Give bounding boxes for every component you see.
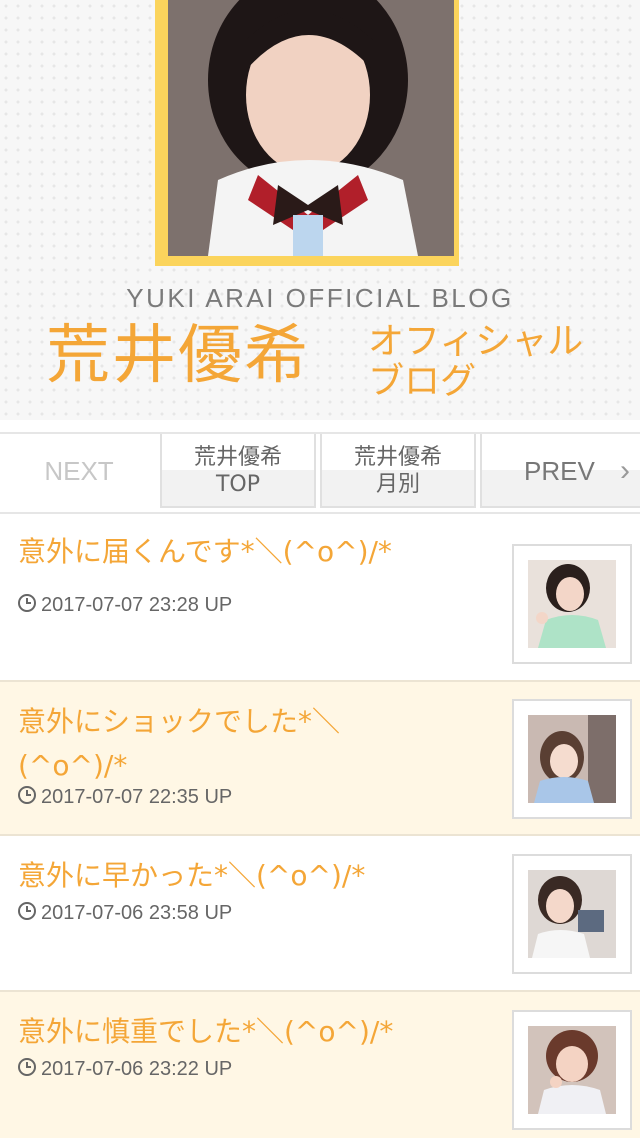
post-date: 2017-07-07 22:35 UP <box>18 786 232 809</box>
pager-nav: NEXT 荒井優希 TOP 荒井優希 月別 PREV › <box>0 432 640 514</box>
blog-title-en: YUKI ARAI OFFICIAL BLOG <box>126 283 514 313</box>
thumbnail-image <box>528 870 616 958</box>
blog-title-sub-line2: ブログ <box>368 361 477 402</box>
post-item[interactable]: 意外に早かった*＼(^o^)/* 2017-07-06 23:58 UP <box>0 836 640 992</box>
blog-top-button[interactable]: 荒井優希 TOP <box>160 434 316 508</box>
post-date: 2017-07-06 23:22 UP <box>18 1058 232 1081</box>
post-date-text: 2017-07-07 23:28 UP <box>41 594 233 616</box>
blog-top-label-2: TOP <box>215 472 261 497</box>
post-date-text: 2017-07-07 22:35 UP <box>41 786 233 808</box>
post-item[interactable]: 意外に慎重でした*＼(^o^)/* 2017-07-06 23:22 UP <box>0 992 640 1138</box>
monthly-label-2: 月別 <box>375 472 420 497</box>
post-title[interactable]: 意外に慎重でした*＼(^o^)/* <box>18 1010 488 1054</box>
post-date-text: 2017-07-06 23:58 UP <box>41 902 233 924</box>
clock-icon <box>18 902 36 920</box>
blog-title-sub-line1: オフィシャル <box>368 321 584 362</box>
blog-header: YUKI ARAI OFFICIAL BLOG 荒井優希 オフィシャル ブログ <box>0 0 640 420</box>
post-title[interactable]: 意外に早かった*＼(^o^)/* <box>18 854 488 898</box>
post-thumbnail[interactable] <box>512 699 632 819</box>
post-date: 2017-07-06 23:58 UP <box>18 902 232 925</box>
chevron-right-icon: › <box>620 454 630 487</box>
clock-icon <box>18 1058 36 1076</box>
thumbnail-image <box>528 715 616 803</box>
blog-top-label-1: 荒井優希 <box>193 445 282 470</box>
thumbnail-image <box>528 1026 616 1114</box>
blog-title-sub: オフィシャル ブログ <box>368 322 583 402</box>
profile-photo <box>168 0 454 256</box>
post-thumbnail[interactable] <box>512 854 632 974</box>
monthly-archive-button[interactable]: 荒井優希 月別 <box>320 434 476 508</box>
clock-icon <box>18 594 36 612</box>
thumbnail-image <box>528 560 616 648</box>
post-date-text: 2017-07-06 23:22 UP <box>41 1058 233 1080</box>
post-item[interactable]: 意外に届くんです*＼(^o^)/* 2017-07-07 23:28 UP <box>0 512 640 682</box>
post-title[interactable]: 意外にショックでした*＼(^o^)/* <box>18 700 378 788</box>
blog-title-name: 荒井優希 <box>46 319 310 393</box>
post-item[interactable]: 意外にショックでした*＼(^o^)/* 2017-07-07 22:35 UP <box>0 682 640 836</box>
post-date: 2017-07-07 23:28 UP <box>18 594 232 617</box>
post-thumbnail[interactable] <box>512 1010 632 1130</box>
post-title[interactable]: 意外に届くんです*＼(^o^)/* <box>18 530 488 574</box>
prev-button[interactable]: PREV › <box>480 434 640 508</box>
post-thumbnail[interactable] <box>512 544 632 664</box>
monthly-label-1: 荒井優希 <box>353 445 442 470</box>
clock-icon <box>18 786 36 804</box>
next-button[interactable]: NEXT <box>0 434 158 508</box>
prev-label: PREV <box>524 456 595 486</box>
